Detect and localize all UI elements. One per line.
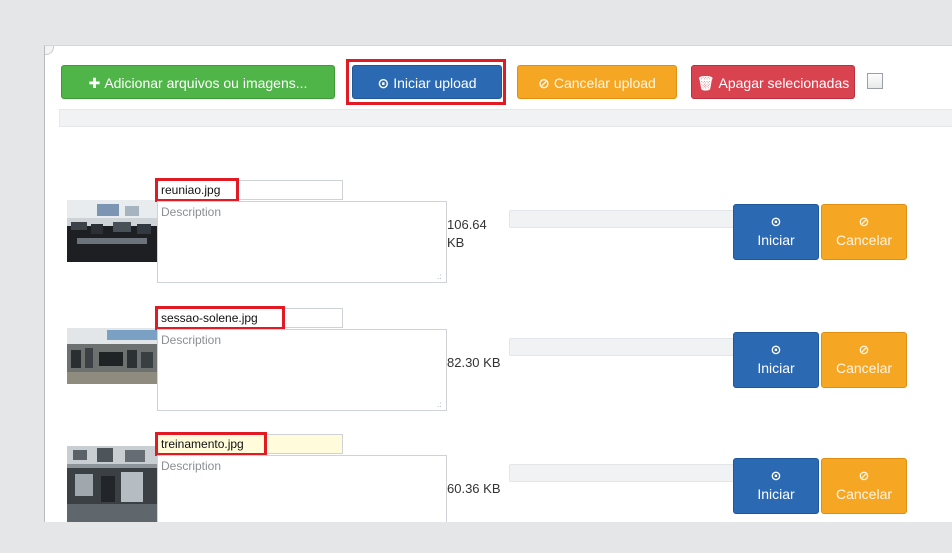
ban-icon: ⊘ [858, 214, 870, 229]
start-button[interactable]: ⊙ Iniciar [733, 458, 819, 514]
file-row: treinamento.jpg 60.36 KB ⊙ Iniciar ⊘ Can… [45, 432, 952, 522]
start-label: Iniciar [757, 486, 795, 502]
file-size: 60.36 KB [447, 481, 501, 496]
cancel-upload-button[interactable]: ⊘ Cancelar upload [517, 65, 677, 99]
select-all-checkbox[interactable] [867, 73, 883, 89]
resize-grip-icon[interactable]: .: [437, 273, 445, 281]
start-upload-button[interactable]: ⊙ Iniciar upload [352, 65, 502, 99]
resize-grip-icon[interactable]: .: [437, 401, 445, 409]
file-row: sessao-solene.jpg .: 82.30 KB ⊙ Iniciar … [45, 306, 952, 428]
start-button[interactable]: ⊙ Iniciar [733, 204, 819, 260]
file-size: 82.30 KB [447, 355, 501, 370]
description-field[interactable] [157, 329, 447, 411]
start-label: Iniciar [757, 232, 795, 248]
start-label: Iniciar [757, 360, 795, 376]
global-progress-bar [59, 109, 952, 127]
circle-arrow-up-icon: ⊙ [770, 214, 782, 229]
cancel-upload-label: Cancelar upload [553, 75, 656, 91]
circle-arrow-up-icon: ⊙ [770, 342, 782, 357]
cancel-button[interactable]: ⊘ Cancelar [821, 458, 907, 514]
start-button[interactable]: ⊙ Iniciar [733, 332, 819, 388]
description-field[interactable] [157, 455, 447, 522]
panel-corner [45, 46, 54, 55]
cancel-button[interactable]: ⊘ Cancelar [821, 332, 907, 388]
file-progress-bar [509, 464, 735, 482]
ban-icon: ⊘ [858, 342, 870, 357]
plus-icon: ✚ [88, 75, 101, 91]
file-progress-bar [509, 210, 735, 228]
cancel-label: Cancelar [835, 232, 893, 248]
delete-selected-label: Apagar selecionadas [718, 75, 850, 91]
ban-icon: ⊘ [858, 468, 870, 483]
file-size: 106.64 KB [447, 217, 487, 250]
file-row: reuniao.jpg .: 106.64 KB ⊙ Iniciar ⊘ Can… [45, 178, 952, 300]
add-files-label: Adicionar arquivos ou imagens... [104, 75, 308, 91]
ban-icon: ⊘ [538, 75, 550, 91]
cancel-label: Cancelar [835, 360, 893, 376]
trash-icon: 🗑 [696, 75, 715, 91]
file-name-field[interactable]: reuniao.jpg [157, 180, 343, 200]
add-files-button[interactable]: ✚ Adicionar arquivos ou imagens... [61, 65, 335, 99]
circle-arrow-up-icon: ⊙ [770, 468, 782, 483]
circle-arrow-up-icon: ⊙ [377, 75, 390, 91]
upload-panel: ✚ Adicionar arquivos ou imagens... ⊙ Inici… [44, 45, 952, 522]
delete-selected-button[interactable]: 🗑 Apagar selecionadas [691, 65, 855, 99]
file-thumbnail [67, 328, 157, 384]
start-upload-label: Iniciar upload [393, 75, 477, 91]
cancel-button[interactable]: ⊘ Cancelar [821, 204, 907, 260]
file-name-field[interactable]: sessao-solene.jpg [157, 308, 343, 328]
file-progress-bar [509, 338, 735, 356]
description-field[interactable] [157, 201, 447, 283]
file-name-field[interactable]: treinamento.jpg [157, 434, 343, 454]
file-thumbnail [67, 446, 157, 522]
cancel-label: Cancelar [835, 486, 893, 502]
file-thumbnail [67, 200, 157, 262]
